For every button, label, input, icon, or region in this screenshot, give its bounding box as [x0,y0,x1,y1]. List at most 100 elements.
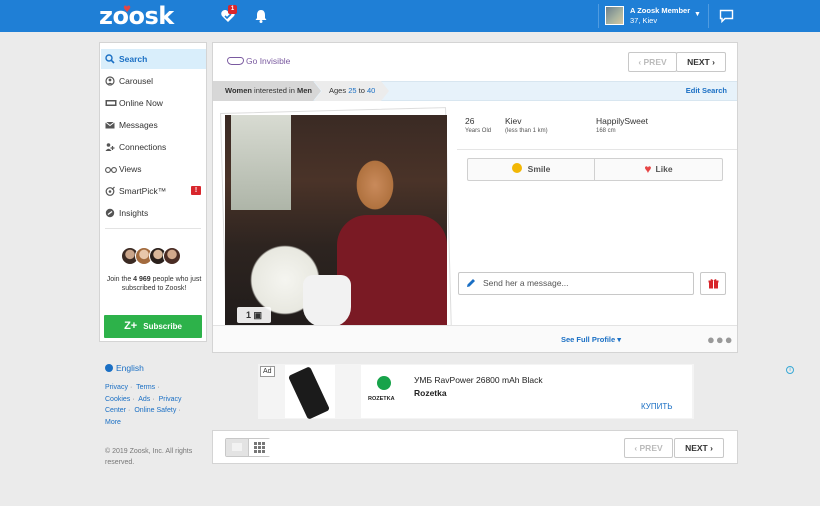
heart-icon: ♥ [644,162,652,176]
grid-icon [254,442,265,453]
sidebar-item-label: Carousel [119,76,154,86]
photo-count[interactable]: 1 ▣ [237,307,271,323]
camera-icon: ▣ [253,310,263,320]
copyright: © 2019 Zoosk, Inc. All rights reserved. [105,448,193,466]
sidebar-item-label: Messages [119,120,158,130]
gift-button[interactable] [700,272,726,295]
see-full-profile-link[interactable]: See Full Profile ▾ [561,335,621,344]
view-toggle [225,438,270,457]
sidebar-item-label: Insights [119,208,149,218]
chat-bubble-icon [719,9,734,23]
panel-footer: See Full Profile ▾ ●●● [213,325,737,352]
profile-username: HappilySweet 168 cm [596,116,648,134]
single-view-button[interactable] [226,439,248,456]
bottom-pager: ‹ PREV NEXT › [212,430,738,464]
ad-title[interactable]: УМБ RavPower 26800 mAh Black [414,375,543,385]
profile-age: 26 Years Old [465,116,492,134]
sidebar-item-label: SmartPick™ [119,186,167,196]
member-avatar [605,6,624,25]
chat-button[interactable] [708,4,740,28]
go-invisible-button[interactable]: Go Invisible [227,56,290,66]
ad-label: Ad [260,366,275,377]
ad-banner[interactable]: Ad ROZETKA УМБ RavPower 26800 mAh Black … [258,364,794,420]
pencil-icon [467,279,475,287]
adchoices-icon[interactable]: i [786,366,794,374]
gender-filter[interactable]: Women interested in Men [225,82,312,100]
sidebar-item-views[interactable]: Views [101,159,206,179]
chevron-down-icon: ▼ [694,11,701,18]
insights-icon [105,208,115,218]
sidebar-item-label: Connections [119,142,167,152]
message-input[interactable]: Send her a message... [458,272,694,295]
next-button[interactable]: NEXT › [676,52,726,72]
photo-figure [337,215,447,335]
age-filter[interactable]: Ages 25 to 40 [329,82,375,100]
sidebar-item-messages[interactable]: Messages [101,115,206,135]
bell-icon[interactable] [253,8,269,24]
footer-link-ads[interactable]: Ads [138,396,150,403]
ad-content[interactable]: ROZETKA УМБ RavPower 26800 mAh Black Roz… [361,365,794,418]
rozetka-logo: ROZETKA [368,374,398,402]
pager-prev-button[interactable]: ‹ PREV [624,438,673,458]
smile-icon [511,163,522,173]
sidebar-item-online-now[interactable]: Online Now [101,93,206,113]
like-button[interactable]: ♥ Like [594,158,723,181]
top-bar: zoosk ♥ 1 A Zoosk Member 37, Kiev ▼ [0,0,820,32]
ad-store: Rozetka [414,388,447,398]
edit-search-link[interactable]: Edit Search [686,82,727,100]
globe-icon [105,364,113,372]
sidebar-divider [105,228,201,229]
sidebar-item-label: Search [119,54,148,64]
avatar [163,247,181,265]
power-bank-image [287,366,331,420]
smartpick-icon [105,186,115,196]
profile-city: Kiev (less than 1 km) [505,116,548,134]
member-name: A Zoosk Member [630,6,691,15]
sidebar-item-search[interactable]: Search [101,49,206,69]
notification-badge: 1 [228,5,237,14]
sidebar-item-label: Online Now [119,98,163,108]
footer-link-privacy[interactable]: Privacy [105,384,128,391]
smile-button[interactable]: Smile [467,158,595,181]
photo-vase [303,275,351,327]
pager-next-button[interactable]: NEXT › [674,438,724,458]
sidebar-item-label: Views [119,164,142,174]
zoosk-logo[interactable]: zoosk ♥ [99,2,174,30]
mask-icon [227,57,244,65]
member-menu[interactable]: A Zoosk Member 37, Kiev ▼ [598,4,706,28]
logo-heart-icon: ♥ [123,5,131,15]
footer-link-cookies[interactable]: Cookies [105,396,130,403]
profile-panel: Go Invisible ‹ PREV NEXT › Women interes… [212,42,738,353]
subscribe-button[interactable]: Z+ Subscribe [104,315,202,338]
single-view-icon [232,443,242,451]
profile-photo[interactable] [225,115,447,335]
online-now-icon [105,100,117,106]
footer-link-online-safety[interactable]: Online Safety [134,407,176,414]
language-selector[interactable]: English [105,363,144,373]
carousel-icon [105,76,115,86]
search-filter-bar: Women interested in Men Ages 25 to 40 Ed… [213,81,737,101]
sidebar-item-insights[interactable]: Insights [101,203,206,223]
footer-link-terms[interactable]: Terms [136,384,155,391]
sidebar-item-smartpick[interactable]: SmartPick™ ! [101,181,206,201]
chevron-down-icon: ▾ [617,335,622,344]
ad-buy-link[interactable]: КУПИТЬ [641,402,672,411]
search-icon [105,54,115,64]
envelope-icon [105,121,115,129]
footer-links: Privacy · Terms · Cookies · Ads · Privacy Ce… [105,384,182,426]
sidebar-item-carousel[interactable]: Carousel [101,71,206,91]
ad-product-image[interactable] [285,365,335,420]
sidebar: Search Carousel Online Now Messages Conn… [99,42,207,342]
smartpick-alert-badge: ! [191,186,201,195]
more-options-icon[interactable]: ●●● [707,332,734,347]
glasses-icon [105,167,117,173]
prev-button[interactable]: ‹ PREV [628,52,677,72]
sidebar-item-connections[interactable]: Connections [101,137,206,157]
connections-icon [105,143,115,151]
gift-icon [708,279,719,289]
subscriber-avatars [121,247,187,265]
profile-info-divider [457,149,737,150]
member-location: 37, Kiev [630,16,658,25]
footer-link-more[interactable]: More [105,419,121,426]
grid-view-button[interactable] [248,439,270,456]
